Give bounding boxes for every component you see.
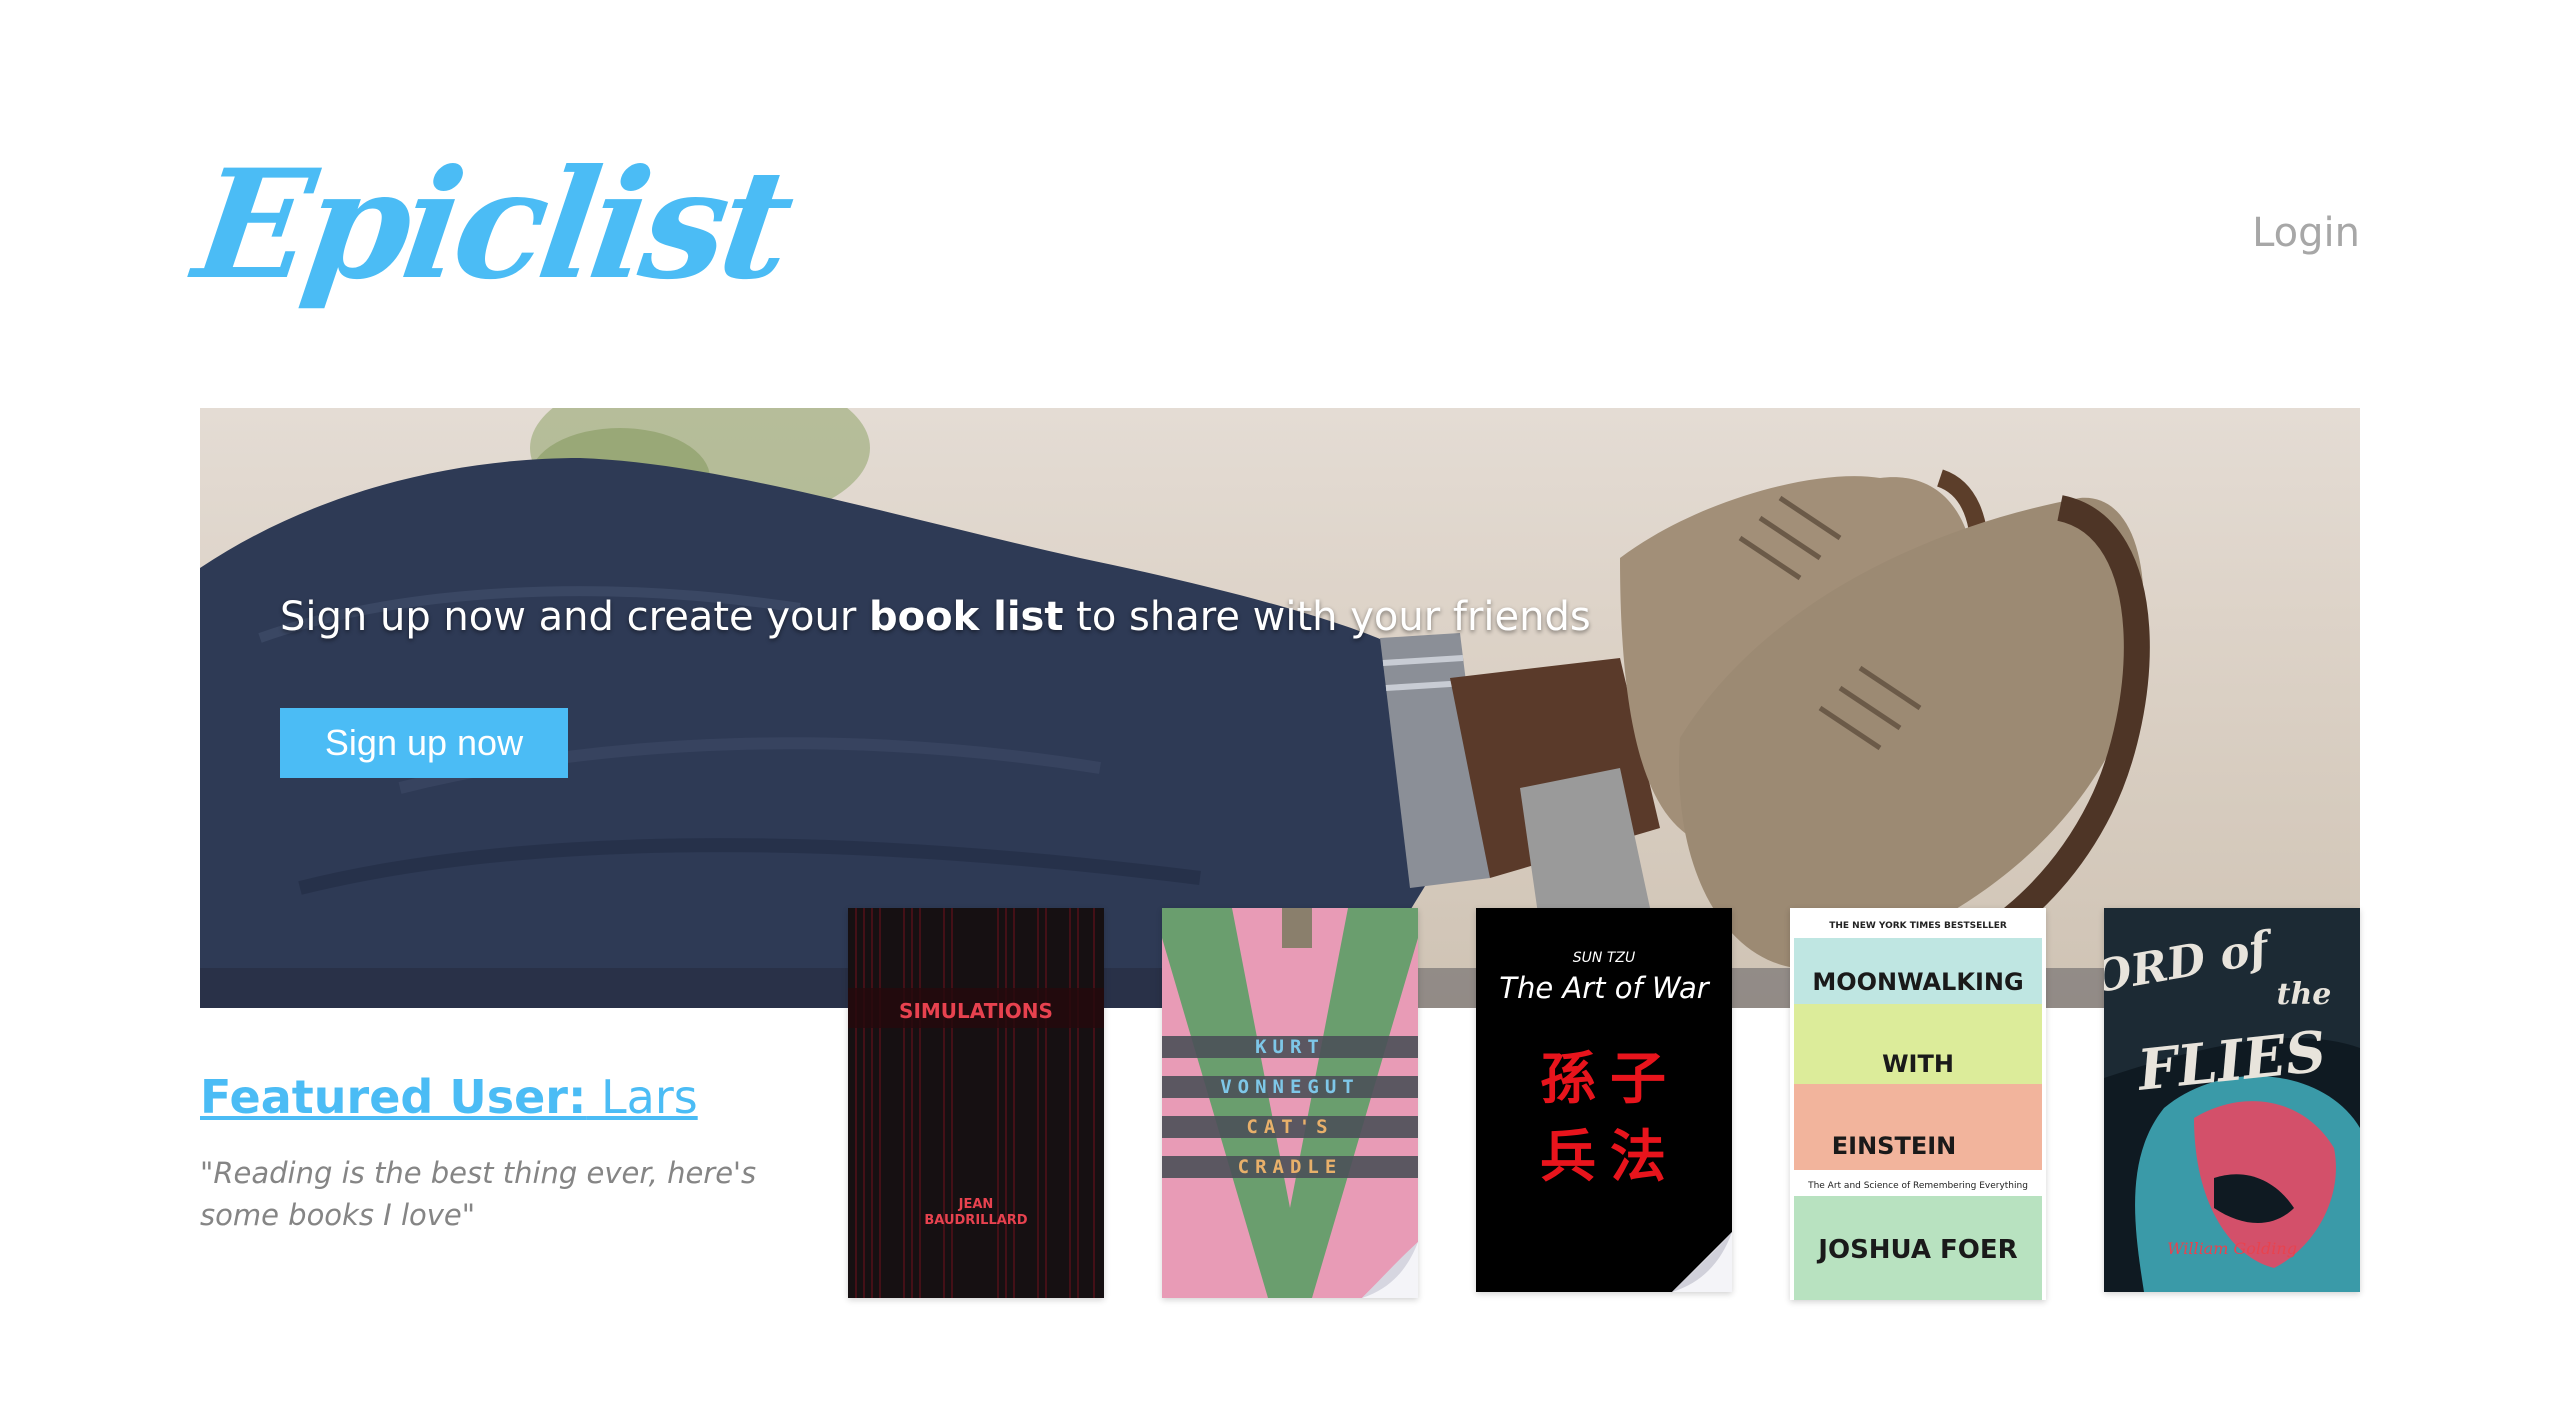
book-cover-moonwalking-with-einstein[interactable]: THE NEW YORK TIMES BESTSELLER MOONWALKIN… (1790, 908, 2046, 1300)
book-cats-cradle-title-1: CAT'S (1246, 1116, 1333, 1138)
book-cats-cradle-author-2: VONNEGUT (1220, 1076, 1360, 1098)
book-cats-cradle-author-1: KURT (1255, 1036, 1325, 1058)
book-moonwalking-title-1: MOONWALKING (1812, 968, 2023, 996)
book-moonwalking-subtitle: The Art and Science of Remembering Every… (1807, 1181, 2028, 1191)
book-cover-lord-of-the-flies[interactable]: LORD of the FLIES William Golding (2104, 908, 2360, 1292)
book-lotf-title-2: the (2277, 977, 2332, 1012)
book-art-of-war-author: SUN TZU (1573, 950, 1635, 966)
book-art-of-war-char-3: 兵 (1540, 1125, 1596, 1190)
featured-user[interactable]: Featured User: Lars (200, 1070, 698, 1124)
book-moonwalking-author: JOSHUA FOER (1816, 1235, 2017, 1265)
book-art-of-war-title: The Art of War (1499, 971, 1711, 1005)
book-simulations-author-2: BAUDRILLARD (924, 1213, 1027, 1228)
book-cover-art-of-war[interactable]: SUN TZU The Art of War 孫 子 兵 法 (1476, 908, 1732, 1292)
book-art-of-war-char-2: 子 (1610, 1047, 1666, 1112)
login-link[interactable]: Login (2252, 210, 2360, 256)
featured-user-name: Lars (601, 1070, 698, 1124)
book-cover-cats-cradle[interactable]: KURT VONNEGUT CAT'S CRADLE (1162, 908, 1418, 1298)
book-art-of-war-char-1: 孫 (1540, 1047, 1596, 1112)
book-simulations-title: SIMULATIONS (899, 999, 1053, 1023)
book-cats-cradle-title-2: CRADLE (1238, 1156, 1343, 1178)
book-lotf-author: William Golding (2167, 1239, 2297, 1258)
epiclist-logo[interactable]: Epiclist (186, 137, 798, 313)
featured-quote: "Reading is the best thing ever, here's … (200, 1156, 757, 1232)
featured-user-link[interactable]: Featured User: Lars (200, 1070, 698, 1124)
sign-up-button[interactable]: Sign up now (280, 708, 568, 778)
hero-tagline: Sign up now and create your book list to… (280, 594, 1591, 640)
book-moonwalking-banner: THE NEW YORK TIMES BESTSELLER (1829, 921, 2007, 931)
book-moonwalking-title-2: WITH (1882, 1050, 1954, 1078)
book-art-of-war-char-4: 法 (1610, 1125, 1666, 1190)
book-moonwalking-title-3: EINSTEIN (1832, 1132, 1956, 1160)
book-cover-simulations[interactable]: SIMULATIONS JEAN BAUDRILLARD (848, 908, 1104, 1298)
book-simulations-author-1: JEAN (958, 1197, 994, 1212)
